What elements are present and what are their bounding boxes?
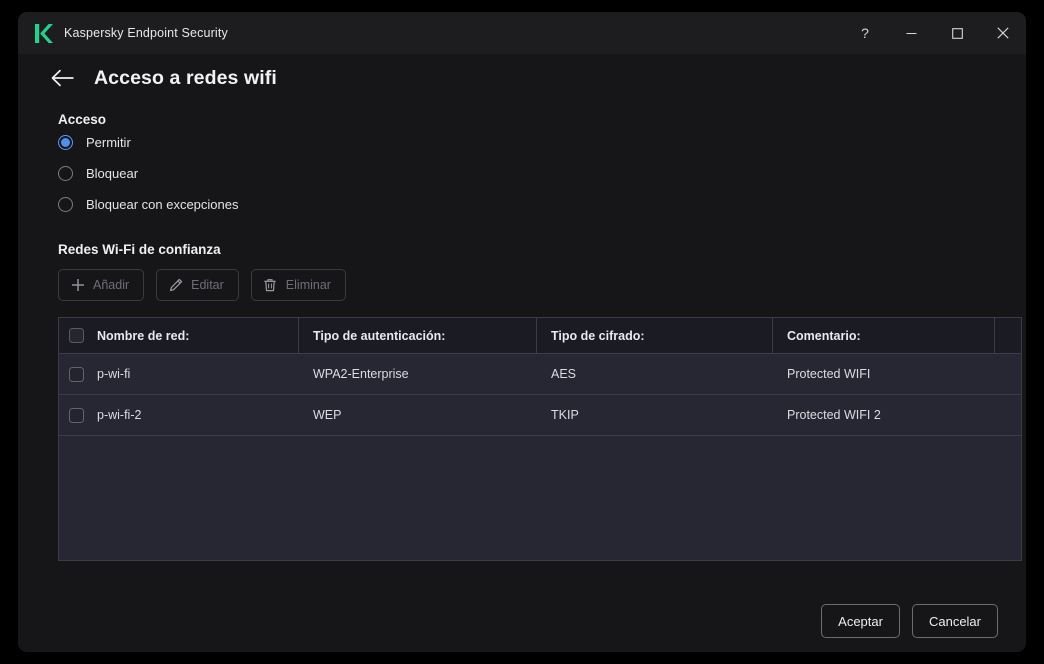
column-header-label: Nombre de red: — [97, 328, 190, 343]
radio-label: Permitir — [86, 135, 131, 150]
content-area: Acceso Permitir Bloquear Bloquear con ex… — [18, 102, 1026, 561]
cell-network-name: p-wi-fi-2 — [59, 395, 299, 435]
trash-icon — [263, 278, 278, 293]
table-header-row: Nombre de red: Tipo de autenticación: Ti… — [59, 318, 1021, 354]
maximize-button[interactable] — [934, 12, 980, 54]
radio-indicator — [58, 135, 73, 150]
back-button[interactable] — [48, 63, 78, 93]
delete-button[interactable]: Eliminar — [250, 269, 346, 301]
delete-button-label: Eliminar — [285, 278, 331, 292]
column-header-label: Comentario: — [787, 328, 861, 343]
trusted-networks-table: Nombre de red: Tipo de autenticación: Ti… — [58, 317, 1022, 561]
column-header-network-name[interactable]: Nombre de red: — [59, 318, 299, 353]
column-header-auth-type[interactable]: Tipo de autenticación: — [299, 318, 537, 353]
table-row[interactable]: p-wi-fi-2 WEP TKIP Protected WIFI 2 — [59, 395, 1021, 436]
help-icon: ? — [861, 25, 869, 41]
window-controls: ? — [842, 12, 1026, 54]
edit-button-label: Editar — [191, 278, 224, 292]
radio-option-bloquear[interactable]: Bloquear — [58, 158, 1004, 189]
edit-button[interactable]: Editar — [156, 269, 239, 301]
column-header-label: Tipo de autenticación: — [313, 328, 446, 343]
accept-button[interactable]: Aceptar — [821, 604, 900, 638]
column-header-cipher-type[interactable]: Tipo de cifrado: — [537, 318, 773, 353]
radio-label: Bloquear — [86, 166, 139, 181]
cancel-button[interactable]: Cancelar — [911, 604, 998, 638]
help-button[interactable]: ? — [842, 12, 888, 54]
radio-label: Bloquear con excepciones — [86, 197, 239, 212]
radio-indicator — [58, 166, 73, 181]
cell-network-name: p-wi-fi — [59, 354, 299, 394]
row-checkbox[interactable] — [69, 366, 84, 382]
radio-option-bloquear-con-excepciones[interactable]: Bloquear con excepciones — [58, 189, 1004, 220]
title-bar: Kaspersky Endpoint Security ? — [18, 12, 1026, 54]
minimize-button[interactable] — [888, 12, 934, 54]
cell-cipher-type: TKIP — [551, 408, 579, 422]
page-title: Acceso a redes wifi — [94, 66, 277, 89]
close-button[interactable] — [980, 12, 1026, 54]
application-window: Kaspersky Endpoint Security ? Acceso a r… — [18, 12, 1026, 652]
column-header-comment[interactable]: Comentario: — [773, 318, 995, 353]
select-all-checkbox[interactable] — [69, 328, 84, 343]
dialog-footer: Aceptar Cancelar — [18, 590, 1026, 652]
cell-auth-type: WPA2-Enterprise — [313, 367, 409, 381]
column-header-label: Tipo de cifrado: — [551, 328, 645, 343]
table-toolbar: Añadir Editar Eliminar — [58, 269, 1004, 301]
table-row[interactable]: p-wi-fi WPA2-Enterprise AES Protected WI… — [59, 354, 1021, 395]
app-title: Kaspersky Endpoint Security — [64, 26, 228, 40]
cell-comment: Protected WIFI — [787, 367, 871, 381]
cell-auth-type: WEP — [313, 408, 342, 422]
add-button-label: Añadir — [93, 278, 130, 292]
trusted-networks-section-title: Redes Wi-Fi de confianza — [58, 242, 221, 257]
cell-text: p-wi-fi — [97, 367, 131, 381]
arrow-left-icon — [51, 69, 74, 87]
close-icon — [997, 27, 1009, 39]
access-section-title: Acceso — [58, 112, 107, 127]
minimize-icon — [906, 32, 916, 34]
page-header: Acceso a redes wifi — [18, 54, 1026, 102]
cell-comment: Protected WIFI 2 — [787, 408, 881, 422]
cell-cipher-type: AES — [551, 367, 577, 381]
radio-indicator — [58, 197, 73, 212]
cell-text: p-wi-fi-2 — [97, 408, 142, 422]
maximize-icon — [951, 27, 963, 39]
add-button[interactable]: Añadir — [58, 269, 145, 301]
plus-icon — [70, 278, 85, 293]
pencil-icon — [168, 278, 183, 293]
column-header-spacer — [995, 318, 1021, 353]
kaspersky-logo-icon — [33, 22, 55, 44]
row-checkbox[interactable] — [69, 407, 84, 423]
radio-option-permitir[interactable]: Permitir — [58, 127, 1004, 158]
